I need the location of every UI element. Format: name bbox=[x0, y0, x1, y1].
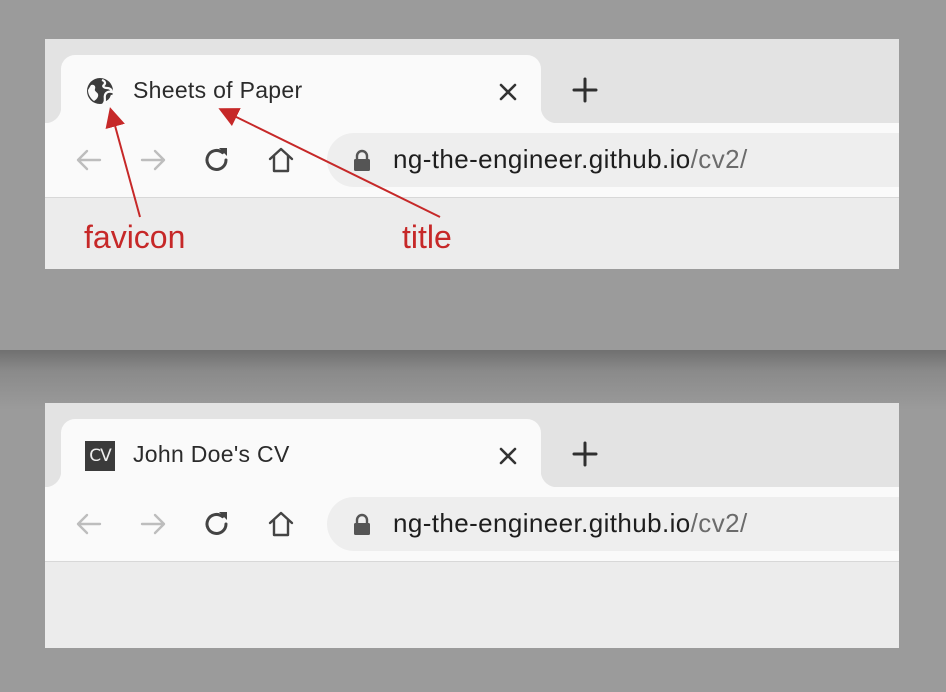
browser-window-1: Sheets of Paper ng-the-engineer.github.i… bbox=[45, 39, 899, 269]
annotation-favicon-label: favicon bbox=[84, 219, 186, 255]
reload-icon[interactable] bbox=[201, 144, 233, 176]
url-path: /cv2/ bbox=[690, 144, 748, 174]
close-icon[interactable] bbox=[495, 443, 521, 469]
toolbar: ng-the-engineer.github.io/cv2/ bbox=[45, 487, 899, 562]
plus-icon[interactable] bbox=[570, 439, 600, 469]
url-text[interactable]: ng-the-engineer.github.io/cv2/ bbox=[393, 144, 748, 175]
url-host: ng-the-engineer.github.io bbox=[393, 508, 691, 538]
home-icon[interactable] bbox=[265, 508, 297, 540]
url-path: /cv2/ bbox=[690, 508, 748, 538]
lock-icon[interactable] bbox=[351, 512, 373, 536]
tab-strip: CV John Doe's CV bbox=[45, 403, 899, 487]
tab-title: John Doe's CV bbox=[133, 441, 290, 467]
tab-active[interactable]: CV John Doe's CV bbox=[45, 419, 557, 487]
address-bar[interactable]: ng-the-engineer.github.io/cv2/ bbox=[327, 133, 899, 187]
toolbar: ng-the-engineer.github.io/cv2/ bbox=[45, 123, 899, 198]
plus-icon[interactable] bbox=[570, 75, 600, 105]
address-bar[interactable]: ng-the-engineer.github.io/cv2/ bbox=[327, 497, 899, 551]
arrow-left-icon[interactable] bbox=[73, 144, 105, 176]
lock-icon[interactable] bbox=[351, 148, 373, 172]
divider-shadow bbox=[0, 350, 946, 410]
tab-title: Sheets of Paper bbox=[133, 77, 303, 103]
reload-icon[interactable] bbox=[201, 508, 233, 540]
url-text[interactable]: ng-the-engineer.github.io/cv2/ bbox=[393, 508, 748, 539]
home-icon[interactable] bbox=[265, 144, 297, 176]
browser-window-2: CV John Doe's CV ng-the-engineer.github.… bbox=[45, 403, 899, 648]
arrow-right-icon[interactable] bbox=[137, 508, 169, 540]
cv-favicon-icon: CV bbox=[85, 441, 115, 471]
annotation-title-label: title bbox=[402, 219, 452, 255]
arrow-left-icon[interactable] bbox=[73, 508, 105, 540]
url-host: ng-the-engineer.github.io bbox=[393, 144, 691, 174]
globe-icon bbox=[87, 78, 114, 105]
arrow-right-icon[interactable] bbox=[137, 144, 169, 176]
close-icon[interactable] bbox=[495, 79, 521, 105]
tab-active[interactable]: Sheets of Paper bbox=[45, 55, 557, 123]
tab-strip: Sheets of Paper bbox=[45, 39, 899, 123]
